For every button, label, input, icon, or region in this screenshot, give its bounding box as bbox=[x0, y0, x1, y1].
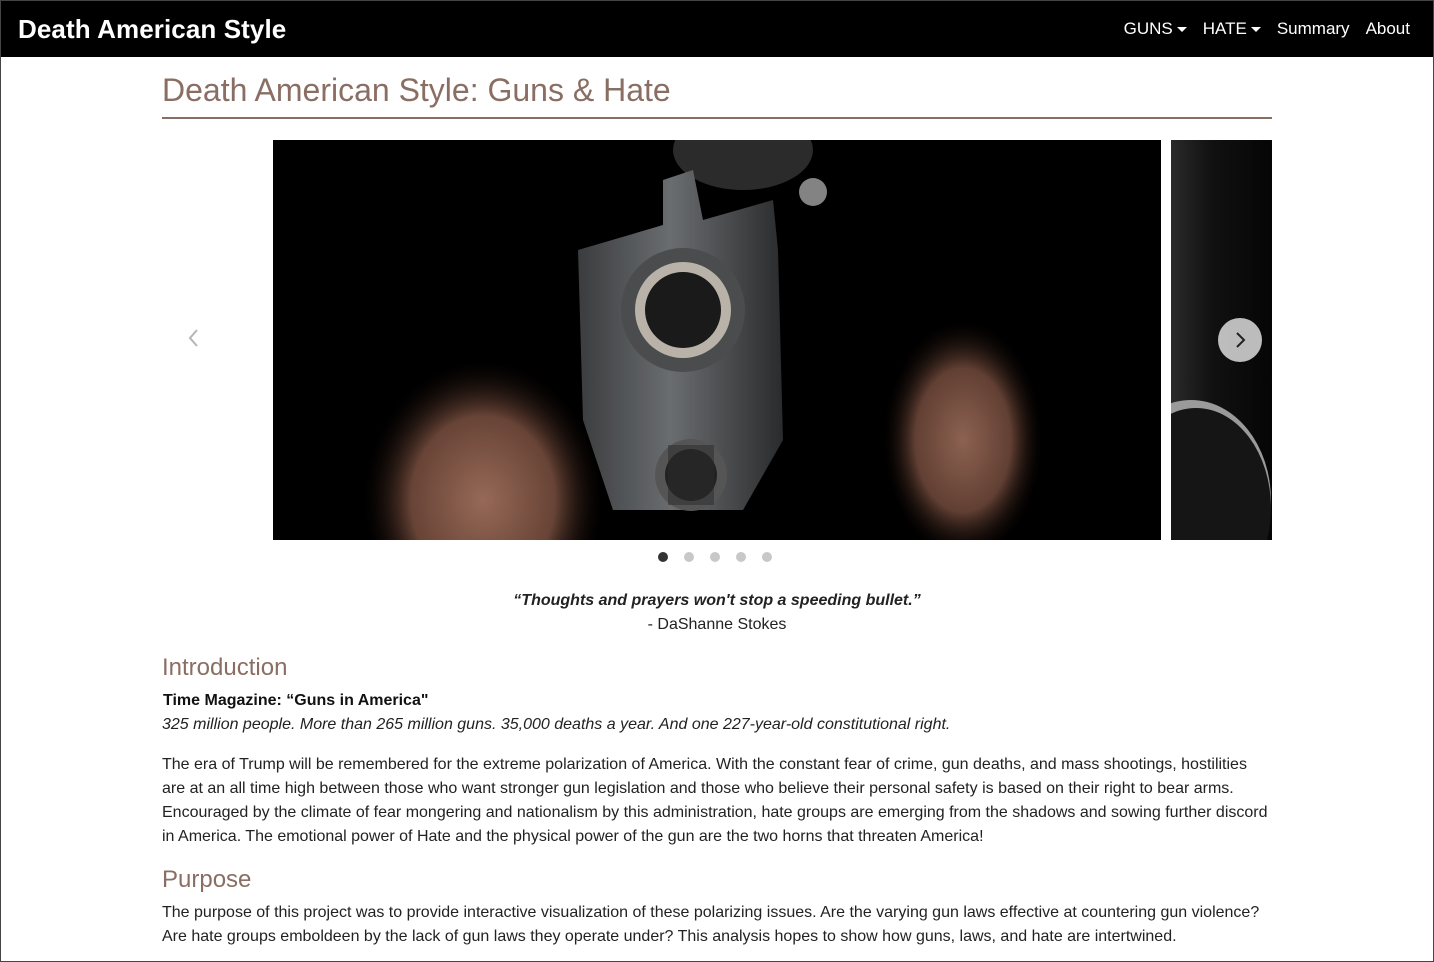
next-slide-shape-inner bbox=[1171, 408, 1271, 540]
nav-item-guns-label: GUNS bbox=[1123, 19, 1173, 38]
image-carousel bbox=[162, 140, 1272, 562]
carousel-dot-4[interactable] bbox=[736, 552, 746, 562]
title-divider bbox=[162, 117, 1272, 119]
quote-text: “Thoughts and prayers won't stop a speed… bbox=[513, 592, 921, 609]
brand-link[interactable]: Death American Style bbox=[18, 14, 286, 45]
carousel-indicators bbox=[658, 552, 788, 562]
page-title: Death American Style: Guns & Hate bbox=[162, 72, 671, 108]
source-title: Time Magazine: “Guns in America" bbox=[163, 692, 429, 709]
quote-author: - DaShanne Stokes bbox=[647, 616, 787, 633]
nav-menu: GUNS HATE Summary About bbox=[1108, 19, 1410, 39]
carousel-next-button[interactable] bbox=[1218, 318, 1262, 362]
nav-item-summary[interactable]: Summary bbox=[1277, 19, 1350, 39]
carousel-dot-1[interactable] bbox=[658, 552, 668, 562]
nav-item-hate[interactable]: HATE bbox=[1203, 19, 1261, 39]
carousel-slide-image bbox=[273, 140, 1161, 540]
purpose-heading: Purpose bbox=[162, 866, 252, 893]
carousel-dot-3[interactable] bbox=[710, 552, 720, 562]
nav-item-about-label: About bbox=[1365, 19, 1410, 38]
nav-item-guns[interactable]: GUNS bbox=[1124, 19, 1187, 39]
purpose-paragraph: The purpose of this project was to provi… bbox=[162, 904, 1260, 945]
chevron-left-icon bbox=[188, 329, 198, 347]
introduction-heading: Introduction bbox=[162, 654, 288, 681]
carousel-prev-button[interactable] bbox=[184, 326, 204, 350]
chevron-right-icon bbox=[1236, 332, 1246, 348]
nav-item-hate-label: HATE bbox=[1202, 19, 1247, 38]
handgun-image bbox=[273, 140, 1161, 540]
carousel-dot-5[interactable] bbox=[762, 552, 772, 562]
nav-item-about[interactable]: About bbox=[1366, 19, 1410, 39]
source-subtitle: 325 million people. More than 265 millio… bbox=[162, 716, 951, 733]
carousel-dot-2[interactable] bbox=[684, 552, 694, 562]
nav-item-summary-label: Summary bbox=[1276, 19, 1350, 38]
caret-down-icon bbox=[1250, 27, 1261, 32]
introduction-paragraph: The era of Trump will be remembered for … bbox=[162, 756, 1268, 845]
top-navbar: Death American Style GUNS HATE Summary A… bbox=[1, 1, 1433, 57]
caret-down-icon bbox=[1176, 27, 1187, 32]
